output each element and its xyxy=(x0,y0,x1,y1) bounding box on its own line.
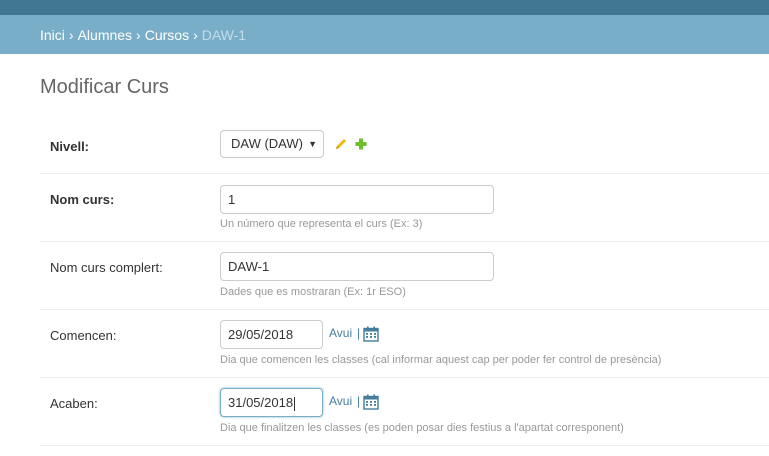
breadcrumb-home-link[interactable]: Inici xyxy=(40,27,65,43)
page-title: Modificar Curs xyxy=(40,76,169,98)
text-cursor xyxy=(294,396,296,411)
nom-curs-help: Un número que representa el curs (Ex: 3) xyxy=(220,218,423,230)
form-row-comencen: Comencen: 29/05/2018 Avui | Dia que come… xyxy=(40,310,769,378)
nivell-select[interactable]: DAW (DAW) ▼ xyxy=(220,130,324,158)
acaben-help: Dia que finalitzen les classes (es poden… xyxy=(220,422,624,434)
header-bar xyxy=(0,0,769,15)
comencen-today-link[interactable]: Avui xyxy=(329,326,352,340)
calendar-icon[interactable] xyxy=(363,394,379,410)
nom-curs-complert-label: Nom curs complert: xyxy=(50,260,163,275)
breadcrumb-current: DAW-1 xyxy=(201,26,247,43)
nom-curs-complert-help: Dades que es mostraran (Ex: 1r ESO) xyxy=(220,286,406,298)
pencil-icon[interactable] xyxy=(334,137,348,151)
form-row-nom-curs-complert: Nom curs complert: DAW-1 Dades que es mo… xyxy=(40,242,769,310)
acaben-today-link[interactable]: Avui xyxy=(329,394,352,408)
acaben-date-value: 31/05/2018 xyxy=(228,395,294,410)
comencen-label: Comencen: xyxy=(50,328,117,343)
breadcrumb-separator: › xyxy=(193,26,198,43)
comencen-help: Dia que comencen les classes (cal inform… xyxy=(220,354,662,366)
nivell-label: Nivell: xyxy=(50,139,90,154)
breadcrumb-app-link[interactable]: Alumnes xyxy=(78,27,132,43)
calendar-icon[interactable] xyxy=(363,326,379,342)
dropdown-arrow-icon: ▼ xyxy=(308,139,317,149)
form-row-acaben: Acaben: 31/05/2018 Avui | Dia que finali… xyxy=(40,378,769,446)
acaben-label: Acaben: xyxy=(50,396,98,411)
plus-icon[interactable] xyxy=(354,137,368,151)
nom-curs-label: Nom curs: xyxy=(50,192,115,207)
breadcrumb-model-link[interactable]: Cursos xyxy=(145,27,189,43)
nom-curs-input[interactable]: 1 xyxy=(220,185,494,214)
form-row-nom-curs: Nom curs: 1 Un número que representa el … xyxy=(40,174,769,242)
breadcrumb: Inici › Alumnes › Cursos › DAW-1 xyxy=(0,15,769,54)
comencen-date-input[interactable]: 29/05/2018 xyxy=(220,320,323,349)
nivell-selected-value: DAW (DAW) xyxy=(231,136,303,151)
breadcrumb-separator: › xyxy=(136,26,141,43)
breadcrumb-separator: › xyxy=(68,26,74,43)
link-separator: | xyxy=(357,394,361,408)
nom-curs-complert-input[interactable]: DAW-1 xyxy=(220,252,494,281)
form-row-nivell: Nivell: DAW (DAW) ▼ xyxy=(40,119,769,174)
link-separator: | xyxy=(357,326,361,340)
row-divider xyxy=(40,445,769,446)
acaben-date-input[interactable]: 31/05/2018 xyxy=(220,388,323,417)
